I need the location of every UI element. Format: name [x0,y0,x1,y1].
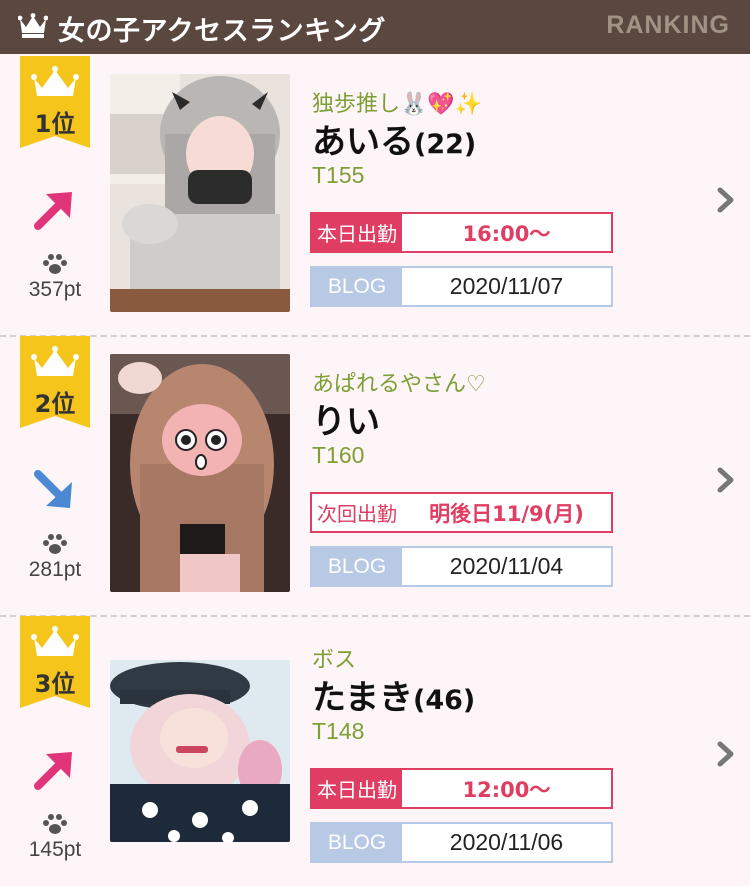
chevron-right-icon[interactable] [714,738,738,770]
rank-badge: 3位 [20,616,90,708]
ranking-entry-2[interactable]: 2位 281pt あぱれるやさん♡ りい T160 次回出勤 明後日11/9(月… [0,336,750,617]
ranking-entry-1[interactable]: 1位 357pt 独歩推し🐰💖✨ あいる(22) T155 本日出勤 16:00… [0,56,750,337]
blog-link[interactable]: BLOG 2020/11/04 [310,546,613,587]
trend-up-icon [34,192,72,230]
blog-link[interactable]: BLOG 2020/11/07 [310,266,613,307]
blog-label: BLOG [312,824,402,861]
points-label: 145pt [28,838,82,861]
height-label: T155 [312,162,365,188]
name-text: あいる [312,122,414,162]
work-schedule: 次回出勤 明後日11/9(月) [310,492,613,533]
work-label: 本日出勤 [312,214,402,251]
name-text: たまき [312,678,413,718]
girl-name[interactable]: りい [312,394,380,443]
paw-icon [43,814,67,834]
name-text: りい [312,402,380,442]
paw-icon [43,254,67,274]
profile-photo[interactable] [110,354,290,592]
age-text: (22) [414,129,477,160]
blog-date: 2020/11/06 [449,829,564,855]
work-label: 次回出勤 [312,494,402,531]
blog-date: 2020/11/04 [449,553,564,579]
rank-label: 1位 [34,110,76,138]
height-label: T160 [312,442,365,468]
blog-label: BLOG [312,268,402,305]
blog-label: BLOG [312,548,402,585]
chevron-right-icon[interactable] [714,184,738,216]
blog-date: 2020/11/07 [449,273,564,299]
profile-photo[interactable] [110,74,290,312]
chevron-right-icon[interactable] [714,464,738,496]
points-label: 357pt [28,278,82,301]
ranking-entry-3[interactable]: 3位 145pt ボス たまき(46) T148 本日出勤 12:00〜 BLO… [0,616,750,886]
rank-badge: 2位 [20,336,90,428]
points-label: 281pt [28,558,82,581]
header-english-label: RANKING [606,11,730,39]
header-title: 女の子アクセスランキング [58,16,386,47]
ranking-header: 女の子アクセスランキング RANKING [0,0,750,54]
work-schedule: 本日出勤 12:00〜 [310,768,613,809]
height-label: T148 [312,718,365,744]
crown-icon [18,13,48,38]
work-label: 本日出勤 [312,770,402,807]
trend-down-icon [34,470,72,508]
profile-photo[interactable] [110,660,290,842]
work-time: 12:00〜 [462,777,551,802]
work-time: 16:00〜 [462,221,551,246]
rank-badge: 1位 [20,56,90,148]
girl-name[interactable]: あいる(22) [312,114,476,163]
blog-link[interactable]: BLOG 2020/11/06 [310,822,613,863]
rank-label: 3位 [34,670,76,698]
rank-label: 2位 [34,390,76,418]
work-time: 明後日11/9(月) [429,501,584,526]
girl-name[interactable]: たまき(46) [312,670,475,719]
paw-icon [43,534,67,554]
age-text: (46) [412,685,476,716]
work-schedule: 本日出勤 16:00〜 [310,212,613,253]
trend-up-icon [34,752,72,790]
